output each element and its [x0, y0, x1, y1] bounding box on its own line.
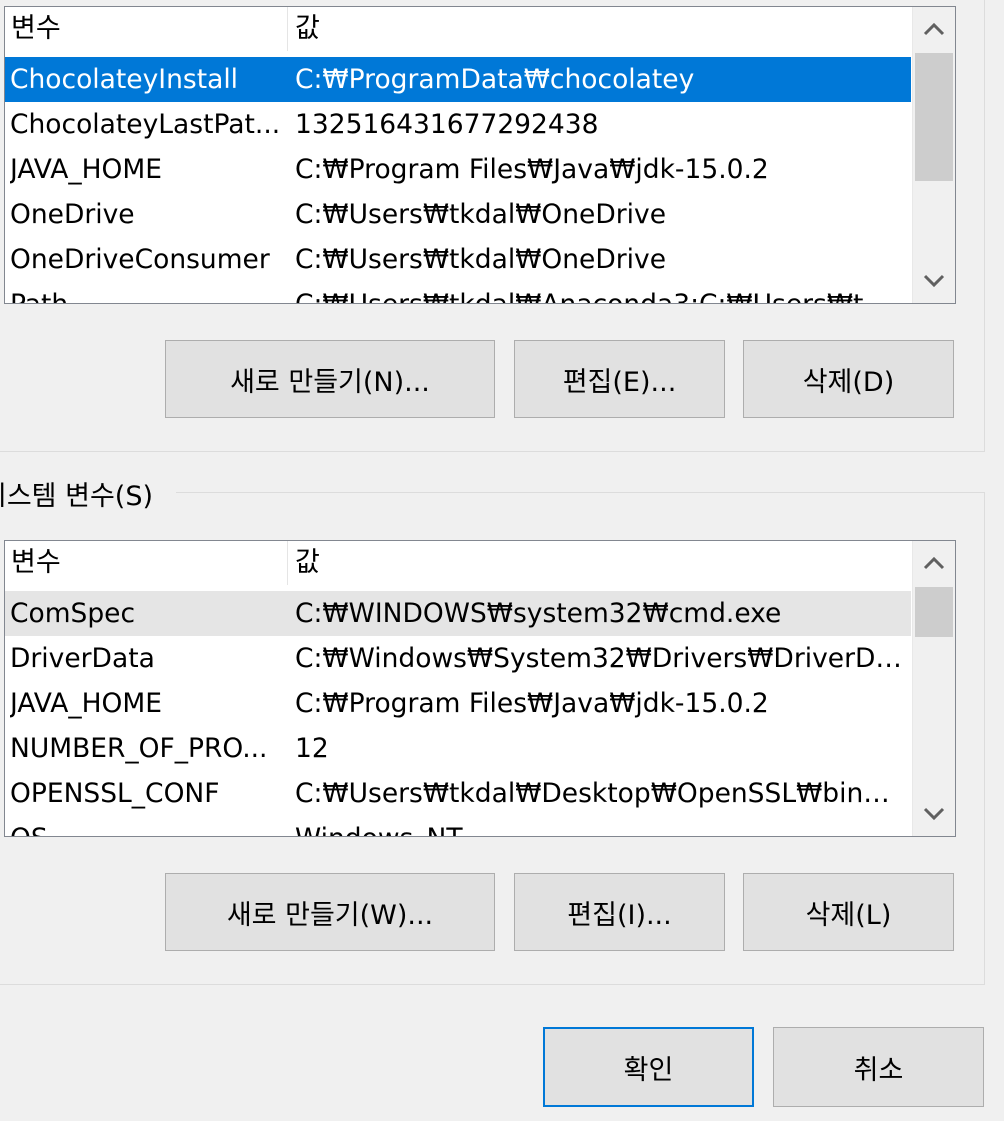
- column-header-variable[interactable]: 변수: [5, 541, 288, 585]
- system-variables-label: 시스템 변수(S): [0, 477, 176, 517]
- chevron-up-icon[interactable]: [913, 541, 955, 585]
- table-row[interactable]: JAVA_HOME C:₩Program Files₩Java₩jdk-15.0…: [5, 681, 911, 726]
- row-name: OPENSSL_CONF: [10, 778, 220, 809]
- system-new-button[interactable]: 새로 만들기(W)...: [165, 873, 495, 951]
- user-group-border-bottom: [0, 451, 985, 452]
- row-value: C:₩WINDOWS₩system32₩cmd.exe: [295, 598, 782, 629]
- column-header-variable[interactable]: 변수: [5, 7, 288, 51]
- table-row[interactable]: ChocolateyInstall C:₩ProgramData₩chocola…: [5, 57, 911, 102]
- table-row[interactable]: NUMBER_OF_PRO... 12: [5, 726, 911, 771]
- system-variables-list[interactable]: 변수 값 ComSpec C:₩WINDOWS₩system32₩cmd.exe…: [4, 540, 956, 837]
- table-row[interactable]: ChocolateyLastPat... 132516431677292438: [5, 102, 911, 147]
- row-name: JAVA_HOME: [10, 154, 162, 185]
- table-row[interactable]: OneDriveConsumer C:₩Users₩tkdal₩OneDrive: [5, 237, 911, 282]
- column-header-value[interactable]: 값: [289, 7, 911, 51]
- row-value: 132516431677292438: [295, 109, 599, 140]
- ok-button[interactable]: 확인: [543, 1027, 754, 1107]
- row-name: JAVA_HOME: [10, 688, 162, 719]
- system-variables-label-text: 시스템 변수(S): [0, 481, 153, 512]
- table-row[interactable]: DriverData C:₩Windows₩System32₩Drivers₩D…: [5, 636, 911, 681]
- system-list-scrollbar[interactable]: [912, 541, 955, 836]
- table-row[interactable]: OS Windows_NT: [5, 816, 911, 836]
- table-row[interactable]: Path C:₩Users₩tkdal₩Anaconda3;C:₩Users₩t…: [5, 282, 911, 303]
- row-name: Path: [10, 282, 282, 303]
- user-delete-button[interactable]: 삭제(D): [743, 340, 954, 418]
- row-name: DriverData: [10, 643, 155, 674]
- user-edit-button[interactable]: 편집(E)...: [514, 340, 725, 418]
- user-variables-list[interactable]: 변수 값 ChocolateyInstall C:₩ProgramData₩ch…: [4, 6, 956, 304]
- user-list-body: ChocolateyInstall C:₩ProgramData₩chocola…: [5, 57, 911, 303]
- scrollbar-thumb[interactable]: [915, 53, 953, 181]
- row-value: C:₩ProgramData₩chocolatey: [295, 64, 695, 95]
- row-name: OneDrive: [10, 199, 135, 230]
- chevron-up-icon[interactable]: [913, 7, 955, 51]
- user-new-button[interactable]: 새로 만들기(N)...: [165, 340, 495, 418]
- row-value: C:₩Program Files₩Java₩jdk-15.0.2: [295, 154, 769, 185]
- column-header-value[interactable]: 값: [289, 541, 911, 585]
- row-value: C:₩Users₩tkdal₩OneDrive: [295, 199, 667, 230]
- row-value: C:₩Windows₩System32₩Drivers₩DriverDa...: [295, 643, 905, 674]
- table-row[interactable]: JAVA_HOME C:₩Program Files₩Java₩jdk-15.0…: [5, 147, 911, 192]
- row-name: ChocolateyInstall: [10, 64, 239, 95]
- chevron-down-icon[interactable]: [913, 792, 955, 836]
- user-list-scrollbar[interactable]: [912, 7, 955, 303]
- row-value: Windows_NT: [295, 816, 905, 836]
- system-list-header: 변수 값: [5, 541, 911, 585]
- table-row[interactable]: ComSpec C:₩WINDOWS₩system32₩cmd.exe: [5, 591, 911, 636]
- table-row[interactable]: OPENSSL_CONF C:₩Users₩tkdal₩Desktop₩Open…: [5, 771, 911, 816]
- row-value: 12: [295, 733, 329, 764]
- system-delete-button[interactable]: 삭제(L): [743, 873, 954, 951]
- chevron-down-icon[interactable]: [913, 259, 955, 303]
- cancel-button[interactable]: 취소: [773, 1027, 984, 1107]
- row-value: C:₩Program Files₩Java₩jdk-15.0.2: [295, 688, 769, 719]
- user-list-header: 변수 값: [5, 7, 911, 51]
- system-group-border-bottom: [0, 984, 985, 985]
- row-value: C:₩Users₩tkdal₩Desktop₩OpenSSL₩bin₩...: [295, 778, 905, 809]
- row-name: OneDriveConsumer: [10, 244, 270, 275]
- system-list-body: ComSpec C:₩WINDOWS₩system32₩cmd.exe Driv…: [5, 591, 911, 836]
- row-value: C:₩Users₩tkdal₩Anaconda3;C:₩Users₩tkdal: [295, 282, 905, 303]
- row-name: OS: [10, 816, 282, 836]
- system-edit-button[interactable]: 편집(I)...: [514, 873, 725, 951]
- row-name: NUMBER_OF_PRO...: [10, 733, 268, 764]
- table-row[interactable]: OneDrive C:₩Users₩tkdal₩OneDrive: [5, 192, 911, 237]
- system-group-border-right: [984, 492, 985, 984]
- scrollbar-thumb[interactable]: [915, 587, 953, 637]
- user-group-border-right: [984, 0, 985, 451]
- row-name: ComSpec: [10, 598, 136, 629]
- row-name: ChocolateyLastPat...: [10, 109, 281, 140]
- row-value: C:₩Users₩tkdal₩OneDrive: [295, 244, 667, 275]
